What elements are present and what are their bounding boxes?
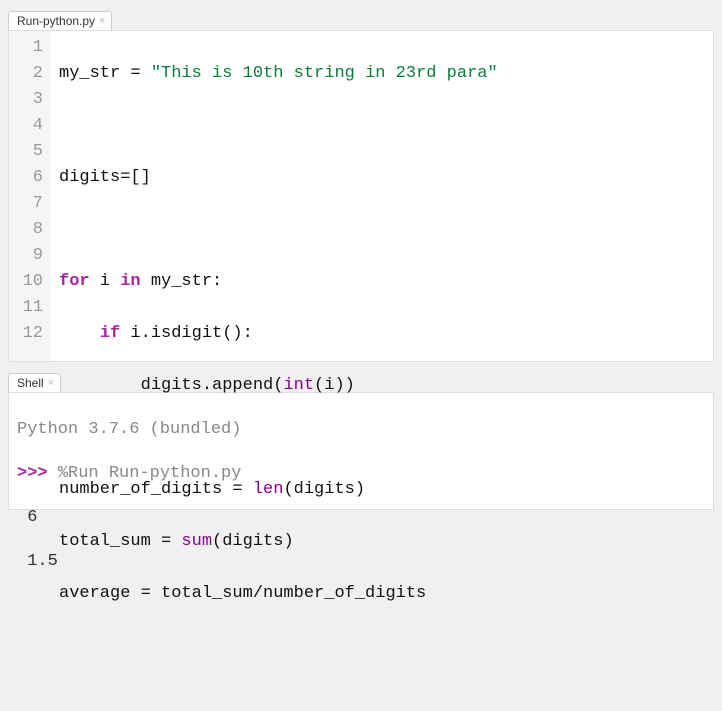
code-line[interactable]: for i in my_str: [59, 269, 705, 295]
code-line[interactable]: digits.append(int(i)) [59, 373, 705, 399]
code-line[interactable]: average = total_sum/number_of_digits [59, 581, 705, 607]
line-number: 5 [13, 139, 43, 165]
editor-tab-label: Run-python.py [17, 14, 95, 28]
code-line[interactable]: my_str = "This is 10th string in 23rd pa… [59, 61, 705, 87]
editor-tab[interactable]: Run-python.py × [8, 11, 112, 30]
line-number: 6 [13, 165, 43, 191]
close-icon[interactable]: × [99, 16, 105, 27]
line-gutter: 1 2 3 4 5 6 7 8 9 10 11 12 [9, 31, 51, 361]
line-number: 2 [13, 61, 43, 87]
code-line[interactable] [59, 633, 705, 659]
code-line[interactable]: total_sum = sum(digits) [59, 529, 705, 555]
line-number: 3 [13, 87, 43, 113]
line-number: 12 [13, 321, 43, 347]
line-number: 9 [13, 243, 43, 269]
code-line[interactable] [59, 113, 705, 139]
line-number: 1 [13, 35, 43, 61]
line-number: 7 [13, 191, 43, 217]
line-number: 4 [13, 113, 43, 139]
code-content[interactable]: my_str = "This is 10th string in 23rd pa… [51, 31, 713, 361]
editor-panel: Run-python.py × 1 2 3 4 5 6 7 8 9 10 11 … [0, 0, 722, 362]
code-line[interactable]: digits=[] [59, 165, 705, 191]
code-editor[interactable]: 1 2 3 4 5 6 7 8 9 10 11 12 my_str = "Thi… [8, 30, 714, 362]
line-number: 11 [13, 295, 43, 321]
code-line[interactable]: if i.isdigit(): [59, 321, 705, 347]
editor-tab-bar: Run-python.py × [8, 6, 714, 30]
shell-tab[interactable]: Shell × [8, 373, 61, 392]
close-icon[interactable]: × [48, 378, 54, 389]
shell-tab-label: Shell [17, 376, 44, 390]
code-line[interactable] [59, 217, 705, 243]
line-number: 10 [13, 269, 43, 295]
line-number: 8 [13, 217, 43, 243]
